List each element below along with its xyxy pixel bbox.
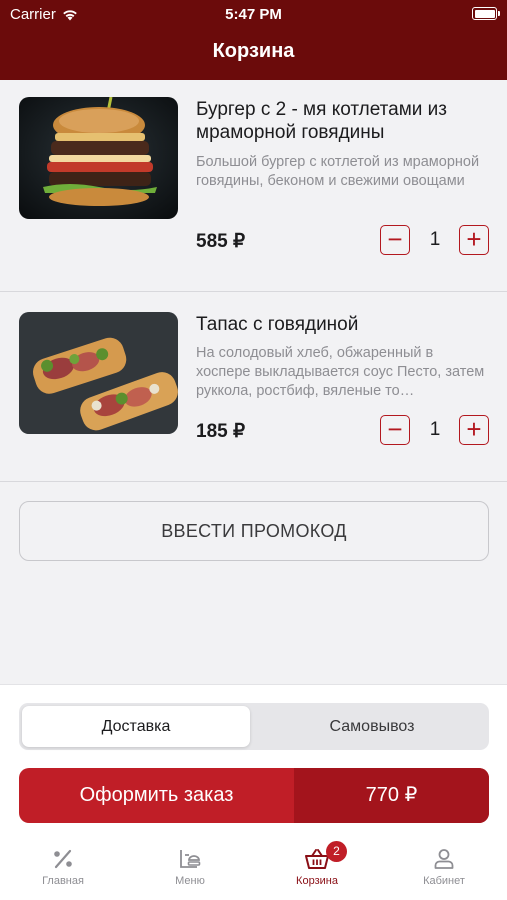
item-price: 185 ₽ bbox=[196, 421, 246, 442]
cart-item[interactable]: Бургер с 2 - мя котлетами из мраморной г… bbox=[0, 80, 507, 292]
checkout-label: Оформить заказ bbox=[79, 784, 234, 806]
menu-food-icon bbox=[180, 850, 201, 868]
delivery-option[interactable]: Доставка bbox=[22, 706, 250, 747]
tab-label: Кабинет bbox=[423, 875, 465, 887]
burger-image bbox=[19, 97, 178, 219]
tab-label: Главная bbox=[42, 875, 84, 887]
user-icon bbox=[434, 849, 454, 869]
tab-home[interactable]: Главная bbox=[0, 837, 126, 897]
tapas-image bbox=[19, 312, 178, 434]
cart-item[interactable]: Тапас с говядиной На солодовый хлеб, обж… bbox=[0, 292, 507, 482]
delivery-method-toggle: Доставка Самовывоз bbox=[19, 703, 489, 750]
tab-label: Корзина bbox=[296, 875, 338, 887]
tab-bar: Главная Меню 2 Корзина Кабинет bbox=[0, 837, 507, 900]
quantity-stepper: − 1 + bbox=[380, 415, 490, 445]
status-bar: Carrier 5:47 PM bbox=[0, 0, 507, 28]
bottom-panel: Доставка Самовывоз Оформить заказ 770 ₽ … bbox=[0, 684, 507, 900]
decrease-quantity-button[interactable]: − bbox=[380, 225, 410, 255]
status-time: 5:47 PM bbox=[225, 6, 282, 23]
checkout-total: 770 ₽ bbox=[294, 768, 489, 823]
tab-account[interactable]: Кабинет bbox=[381, 837, 507, 897]
page-title: Корзина bbox=[212, 40, 295, 62]
app-header: Carrier 5:47 PM Корзина bbox=[0, 0, 507, 80]
increase-quantity-button[interactable]: + bbox=[459, 225, 489, 255]
tab-menu[interactable]: Меню bbox=[127, 837, 253, 897]
quantity-stepper: − 1 + bbox=[380, 225, 490, 255]
item-price: 585 ₽ bbox=[196, 231, 246, 252]
checkout-button[interactable]: Оформить заказ 770 ₽ bbox=[19, 768, 489, 823]
battery-icon bbox=[472, 7, 500, 20]
increase-quantity-button[interactable]: + bbox=[459, 415, 489, 445]
item-name: Бургер с 2 - мя котлетами из мраморной г… bbox=[196, 99, 448, 143]
promo-code-button[interactable]: ВВЕСТИ ПРОМОКОД bbox=[19, 501, 489, 561]
item-description: Большой бургер с котлетой из мраморной г… bbox=[196, 154, 480, 189]
quantity-value: 1 bbox=[429, 229, 441, 250]
quantity-value: 1 bbox=[429, 419, 441, 440]
percent-icon bbox=[54, 849, 72, 869]
cart-count-badge: 2 bbox=[326, 841, 347, 862]
tab-label: Меню bbox=[175, 875, 205, 887]
pickup-option[interactable]: Самовывоз bbox=[258, 706, 486, 747]
item-name: Тапас с говядиной bbox=[196, 314, 359, 335]
tab-cart[interactable]: 2 Корзина bbox=[254, 837, 380, 897]
item-description: На солодовый хлеб, обжаренный в хоспере … bbox=[196, 345, 485, 399]
decrease-quantity-button[interactable]: − bbox=[380, 415, 410, 445]
